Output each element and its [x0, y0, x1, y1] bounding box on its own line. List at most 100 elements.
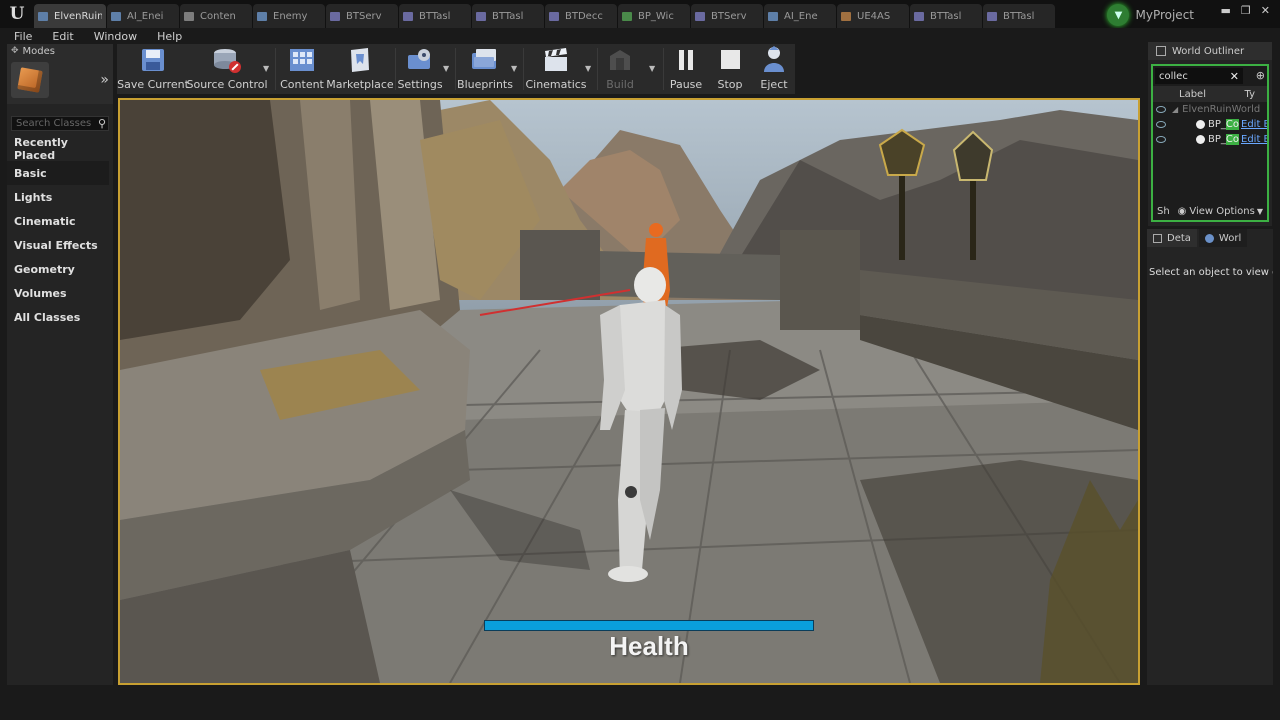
- column-type-header[interactable]: Ty: [1245, 89, 1255, 100]
- health-bar-fill: [485, 621, 813, 630]
- tab-label: UE4AS: [857, 10, 891, 22]
- modes-panel: ✥ Modes » Search Classes ⚲ Recently Place…: [7, 44, 113, 685]
- tab-label: BTServ: [346, 10, 382, 22]
- column-label-header[interactable]: Label: [1179, 89, 1206, 100]
- tab-bp-widget[interactable]: BP_Wic: [618, 4, 690, 28]
- widget-icon: [622, 11, 632, 21]
- cinematics-dropdown-icon[interactable]: ▼: [585, 64, 591, 73]
- tab-content[interactable]: Conten: [180, 4, 252, 28]
- details-panel: Deta Worl Select an object to view de: [1147, 229, 1273, 685]
- outliner-actor-count: Sh: [1157, 205, 1170, 217]
- tab-elvenruin[interactable]: ElvenRuin: [34, 4, 106, 28]
- tab-btservice[interactable]: BTServ: [326, 4, 398, 28]
- build-button[interactable]: Build: [603, 44, 637, 94]
- unreal-editor-window: U ElvenRuin AI_Enei Conten Enemy BTServ …: [0, 0, 1280, 720]
- pause-button[interactable]: Pause: [669, 44, 703, 94]
- category-recently-placed[interactable]: Recently Placed: [7, 136, 109, 162]
- outliner-search-input[interactable]: collec ✕: [1155, 68, 1243, 84]
- tab-ai-enemy[interactable]: AI_Ene: [764, 4, 836, 28]
- tab-btservice[interactable]: BTServ: [691, 4, 763, 28]
- menu-help[interactable]: Help: [157, 30, 182, 43]
- outliner-footer: Sh ◉ View Options ▼: [1153, 204, 1267, 218]
- menu-window[interactable]: Window: [94, 30, 137, 43]
- tab-ai-enemy[interactable]: AI_Enei: [107, 4, 179, 28]
- category-volumes[interactable]: Volumes: [7, 281, 109, 305]
- search-classes-input[interactable]: Search Classes ⚲: [11, 116, 109, 131]
- stop-button[interactable]: Stop: [713, 44, 747, 94]
- tab-bttask[interactable]: BTTasl: [983, 4, 1055, 28]
- blueprints-button[interactable]: Blueprints: [457, 44, 513, 94]
- close-icon[interactable]: ✕: [1261, 4, 1270, 17]
- maximize-icon[interactable]: ❐: [1241, 4, 1251, 17]
- tab-ue4as[interactable]: UE4AS: [837, 4, 909, 28]
- project-name: MyProject: [1135, 8, 1194, 22]
- outliner-actor-row[interactable]: BP_ Co Edit B: [1153, 132, 1267, 147]
- blueprints-dropdown-icon[interactable]: ▼: [511, 64, 517, 73]
- tab-enemy[interactable]: Enemy: [253, 4, 325, 28]
- add-folder-icon[interactable]: ⊕: [1256, 69, 1265, 82]
- category-visual-effects[interactable]: Visual Effects: [7, 233, 109, 257]
- actor-name-match: Co: [1225, 134, 1239, 145]
- modes-tab-label: Modes: [22, 45, 56, 57]
- content-browser-icon: [287, 46, 317, 74]
- tab-label: BTTasl: [930, 10, 962, 22]
- modes-tab[interactable]: ✥ Modes: [7, 44, 113, 58]
- eye-icon: ◉: [1177, 205, 1187, 217]
- settings-button[interactable]: Settings: [397, 44, 443, 94]
- outliner-search-value: collec: [1159, 70, 1188, 82]
- category-geometry[interactable]: Geometry: [7, 257, 109, 281]
- category-basic[interactable]: Basic: [7, 161, 109, 185]
- category-all-classes[interactable]: All Classes: [7, 305, 109, 329]
- window-controls: ▬ ❐ ✕: [1221, 4, 1271, 17]
- tab-bttask[interactable]: BTTasl: [399, 4, 471, 28]
- tab-world-settings[interactable]: Worl: [1198, 229, 1248, 247]
- level-icon: [38, 11, 48, 21]
- tab-details[interactable]: Deta: [1147, 229, 1197, 247]
- marketplace-button[interactable]: Marketplace: [326, 44, 394, 94]
- source-control-dropdown-icon[interactable]: ▼: [263, 64, 269, 73]
- visibility-eye-icon[interactable]: [1156, 121, 1166, 128]
- toolbar-separator: [523, 48, 524, 90]
- category-lights[interactable]: Lights: [7, 185, 109, 209]
- game-scene: [120, 100, 1138, 683]
- world-outliner-tab[interactable]: World Outliner: [1148, 42, 1272, 60]
- eject-button[interactable]: Eject: [757, 44, 791, 94]
- details-icon: [1153, 233, 1162, 243]
- edit-blueprint-link[interactable]: Edit B: [1241, 119, 1267, 130]
- toolbar-separator: [395, 48, 396, 90]
- save-current-button[interactable]: Save Current: [117, 44, 189, 94]
- clear-search-icon[interactable]: ✕: [1230, 70, 1239, 83]
- visibility-eye-icon[interactable]: [1156, 136, 1166, 143]
- cinematics-button[interactable]: Cinematics: [525, 44, 587, 94]
- tab-bttask[interactable]: BTTasl: [472, 4, 544, 28]
- source-control-button[interactable]: Source Control: [186, 44, 268, 94]
- tab-btdecorator[interactable]: BTDecc: [545, 4, 617, 28]
- search-classes-placeholder: Search Classes: [16, 118, 92, 129]
- stop-icon: [715, 46, 745, 74]
- view-options-button[interactable]: ◉ View Options ▼: [1178, 206, 1263, 217]
- health-widget: Health: [484, 620, 814, 662]
- tab-label: ElvenRuin: [54, 10, 102, 22]
- more-modes-icon[interactable]: »: [100, 72, 109, 88]
- place-mode-button[interactable]: [11, 62, 49, 98]
- build-dropdown-icon[interactable]: ▼: [649, 64, 655, 73]
- settings-dropdown-icon[interactable]: ▼: [443, 64, 449, 73]
- outliner-actor-row[interactable]: BP_ Co Edit B: [1153, 117, 1267, 132]
- actor-sphere-icon: [1196, 120, 1205, 129]
- level-viewport[interactable]: Health: [118, 98, 1140, 685]
- tab-bttask[interactable]: BTTasl: [910, 4, 982, 28]
- content-label: Content: [280, 78, 324, 91]
- content-button[interactable]: Content: [279, 44, 325, 94]
- expand-arrow-icon[interactable]: ◢: [1172, 105, 1178, 114]
- project-indicator[interactable]: ▼ MyProject: [1107, 4, 1194, 26]
- menu-edit[interactable]: Edit: [52, 30, 73, 43]
- blueprints-icon: [470, 46, 500, 74]
- blueprint-icon: [403, 11, 413, 21]
- minimize-icon[interactable]: ▬: [1221, 4, 1231, 17]
- outliner-world-row[interactable]: ◢ ElvenRuinWorld: [1153, 102, 1267, 117]
- visibility-eye-icon[interactable]: [1156, 106, 1166, 113]
- edit-blueprint-link[interactable]: Edit B: [1241, 134, 1267, 145]
- menu-file[interactable]: File: [14, 30, 32, 43]
- category-cinematic[interactable]: Cinematic: [7, 209, 109, 233]
- blueprint-icon: [476, 11, 486, 21]
